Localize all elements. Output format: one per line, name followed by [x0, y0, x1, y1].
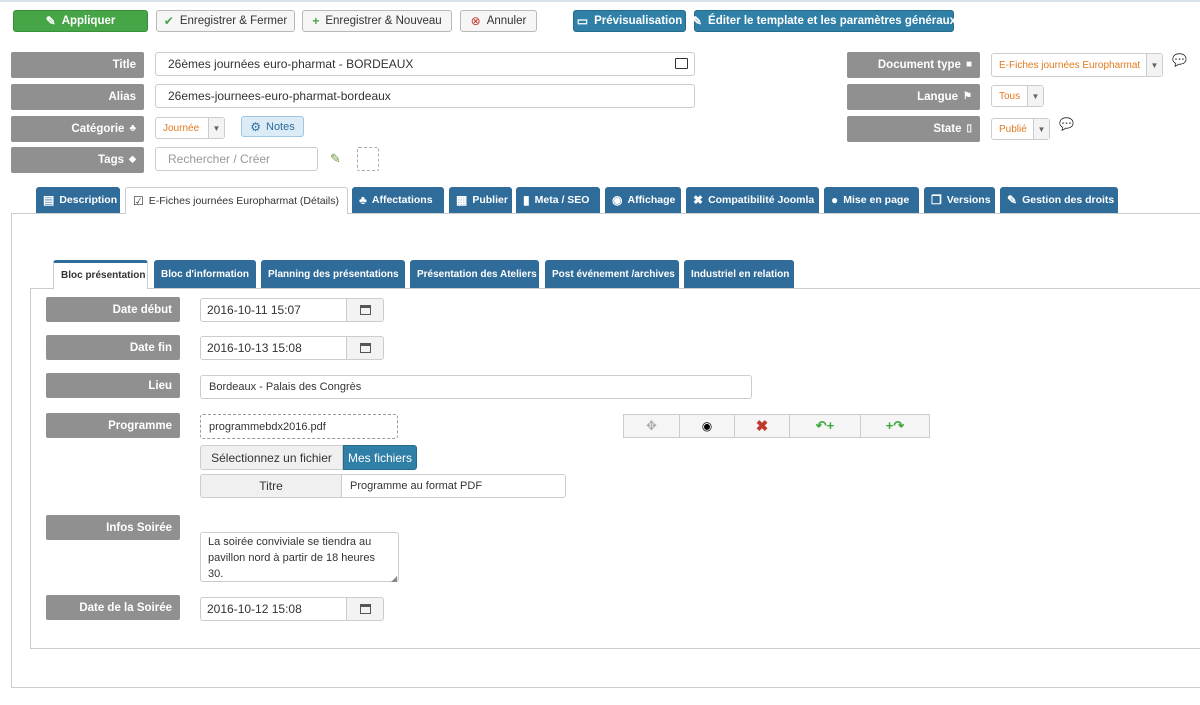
- camera-icon: ■: [965, 59, 972, 70]
- state-select[interactable]: Publié ▼: [991, 118, 1050, 140]
- monitor-icon: ▭: [576, 14, 589, 28]
- active-tab-gap: [126, 212, 347, 214]
- subtab-planning-presentations[interactable]: Planning des présentations: [261, 260, 405, 288]
- active-subtab-gap: [54, 287, 147, 289]
- tab-description[interactable]: ▤ Description: [36, 187, 120, 213]
- calendar-icon: [359, 343, 371, 353]
- preview-button[interactable]: ▭ Prévisualisation: [573, 10, 686, 32]
- alias-input[interactable]: 26emes-journees-euro-pharmat-bordeaux: [155, 84, 695, 108]
- comments-icon[interactable]: 💬: [1172, 53, 1187, 67]
- document-type-select[interactable]: E-Fiches journées Europharmat ▼: [991, 53, 1163, 77]
- wrench-icon: ✎: [1007, 193, 1018, 207]
- language-select[interactable]: Tous ▼: [991, 85, 1044, 107]
- tag-icon: ⬥: [129, 154, 136, 165]
- bookmark-icon: ▮: [523, 193, 530, 207]
- add-redo-icon[interactable]: +↷: [860, 414, 930, 438]
- tags-search-input[interactable]: Rechercher / Créer: [155, 147, 318, 171]
- save-close-button[interactable]: ✔ Enregistrer & Fermer: [156, 10, 295, 32]
- infos-soiree-textarea[interactable]: La soirée conviviale se tiendra au pavil…: [200, 532, 399, 582]
- flag-icon: ⚑: [963, 91, 972, 102]
- select-file-button[interactable]: Sélectionnez un fichier: [200, 445, 343, 470]
- date-soiree-input[interactable]: 2016-10-12 15:08: [200, 597, 347, 621]
- date-fin-calendar-button[interactable]: [346, 336, 384, 360]
- resize-handle-icon[interactable]: ◢: [391, 574, 397, 583]
- palette-icon: ●: [831, 193, 839, 207]
- move-icon[interactable]: ✥: [623, 414, 680, 438]
- calendar-icon: [359, 305, 371, 315]
- lieu-label: Lieu: [46, 373, 180, 398]
- sitemap-icon: ♣: [359, 193, 367, 207]
- programme-file-dropzone[interactable]: programmebdx2016.pdf: [200, 414, 398, 439]
- tab-affichage[interactable]: ◉ Affichage: [605, 187, 681, 213]
- tab-mise-en-page[interactable]: ● Mise en page: [824, 187, 919, 213]
- titre-label: Titre: [200, 474, 342, 498]
- tab-publier[interactable]: ▦ Publier: [449, 187, 512, 213]
- sitemap-icon: ♣: [129, 123, 136, 134]
- title-label: Title: [11, 52, 144, 78]
- subtab-bloc-information[interactable]: Bloc d'information: [154, 260, 256, 288]
- tab-compatibilite-joomla[interactable]: ✖ Compatibilité Joomla: [686, 187, 819, 213]
- titre-input[interactable]: Programme au format PDF: [341, 474, 566, 498]
- title-input[interactable]: 26èmes journées euro-pharmat - BORDEAUX: [155, 52, 695, 76]
- gear-icon: ⚙: [250, 119, 261, 134]
- subtab-bloc-presentation[interactable]: Bloc présentation: [53, 260, 148, 289]
- category-label: Catégorie ♣: [11, 116, 144, 142]
- clipboard-check-icon: ☑: [133, 193, 144, 208]
- tab-versions[interactable]: ❐ Versions: [924, 187, 995, 213]
- subtab-post-evenement[interactable]: Post événement /archives: [545, 260, 679, 288]
- check-icon: ✔: [163, 14, 174, 28]
- lieu-input[interactable]: Bordeaux - Palais des Congrès: [200, 375, 752, 399]
- date-debut-input[interactable]: 2016-10-11 15:07: [200, 298, 347, 322]
- calendar-icon: [359, 604, 371, 614]
- delete-icon[interactable]: ✖: [734, 414, 790, 438]
- programme-label: Programme: [46, 413, 180, 438]
- date-soiree-label: Date de la Soirée: [46, 595, 180, 620]
- chevron-down-icon: ▼: [1027, 86, 1043, 106]
- date-soiree-calendar-button[interactable]: [346, 597, 384, 621]
- edit-icon: ✎: [45, 14, 56, 28]
- eye-icon[interactable]: ◉: [679, 414, 735, 438]
- file-icon: ▯: [966, 123, 972, 134]
- undo-add-icon[interactable]: ↶+: [789, 414, 861, 438]
- my-files-button[interactable]: Mes fichiers: [343, 445, 417, 470]
- tags-label: Tags ⬥: [11, 147, 144, 173]
- edit-template-button[interactable]: ✎ Éditer le template et les paramètres g…: [691, 10, 956, 32]
- copy-icon: ❐: [931, 193, 942, 207]
- calendar-icon: ▦: [456, 193, 468, 207]
- id-card-icon: [675, 58, 688, 69]
- state-label: State ▯: [847, 116, 980, 142]
- date-fin-label: Date fin: [46, 335, 180, 360]
- chevron-down-icon: ▼: [208, 118, 224, 138]
- comments-icon[interactable]: 💬: [1059, 117, 1074, 131]
- infos-soiree-label: Infos Soirée: [46, 515, 180, 540]
- date-fin-input[interactable]: 2016-10-13 15:08: [200, 336, 347, 360]
- alias-label: Alias: [11, 84, 144, 110]
- document-icon: ▤: [43, 193, 55, 207]
- date-debut-label: Date début: [46, 297, 180, 322]
- eye-icon: ◉: [612, 193, 623, 207]
- chevron-down-icon: ▼: [1033, 119, 1049, 139]
- tab-meta-seo[interactable]: ▮ Meta / SEO: [516, 187, 600, 213]
- date-debut-calendar-button[interactable]: [346, 298, 384, 322]
- cancel-button[interactable]: ⊗ Annuler: [460, 10, 537, 32]
- toolbar: ✎ Appliquer ✔ Enregistrer & Fermer + Enr…: [0, 0, 1200, 38]
- language-label: Langue ⚑: [847, 84, 980, 110]
- tab-gestion-des-droits[interactable]: ✎ Gestion des droits: [1000, 187, 1118, 213]
- cancel-circle-icon: ⊗: [470, 14, 481, 28]
- category-select[interactable]: Journée ▼: [155, 117, 225, 139]
- document-type-label: Document type ■: [847, 52, 980, 78]
- tab-affectations[interactable]: ♣ Affectations: [352, 187, 444, 213]
- tag-dropzone[interactable]: [357, 147, 379, 171]
- joomla-icon: ✖: [693, 193, 704, 207]
- tag-add-icon[interactable]: ✎: [330, 151, 341, 167]
- subtab-industriel-en-relation[interactable]: Industriel en relation: [684, 260, 794, 288]
- tab-efiches-details[interactable]: ☑ E-Fiches journées Europharmat (Détails): [125, 187, 348, 214]
- apply-button[interactable]: ✎ Appliquer: [13, 10, 148, 32]
- save-new-button[interactable]: + Enregistrer & Nouveau: [302, 10, 452, 32]
- notes-button[interactable]: ⚙ Notes: [241, 116, 304, 137]
- subtab-presentation-ateliers[interactable]: Présentation des Ateliers: [410, 260, 539, 288]
- chevron-down-icon: ▼: [1146, 54, 1162, 76]
- edit-icon: ✎: [691, 14, 703, 28]
- plus-icon: +: [312, 14, 320, 28]
